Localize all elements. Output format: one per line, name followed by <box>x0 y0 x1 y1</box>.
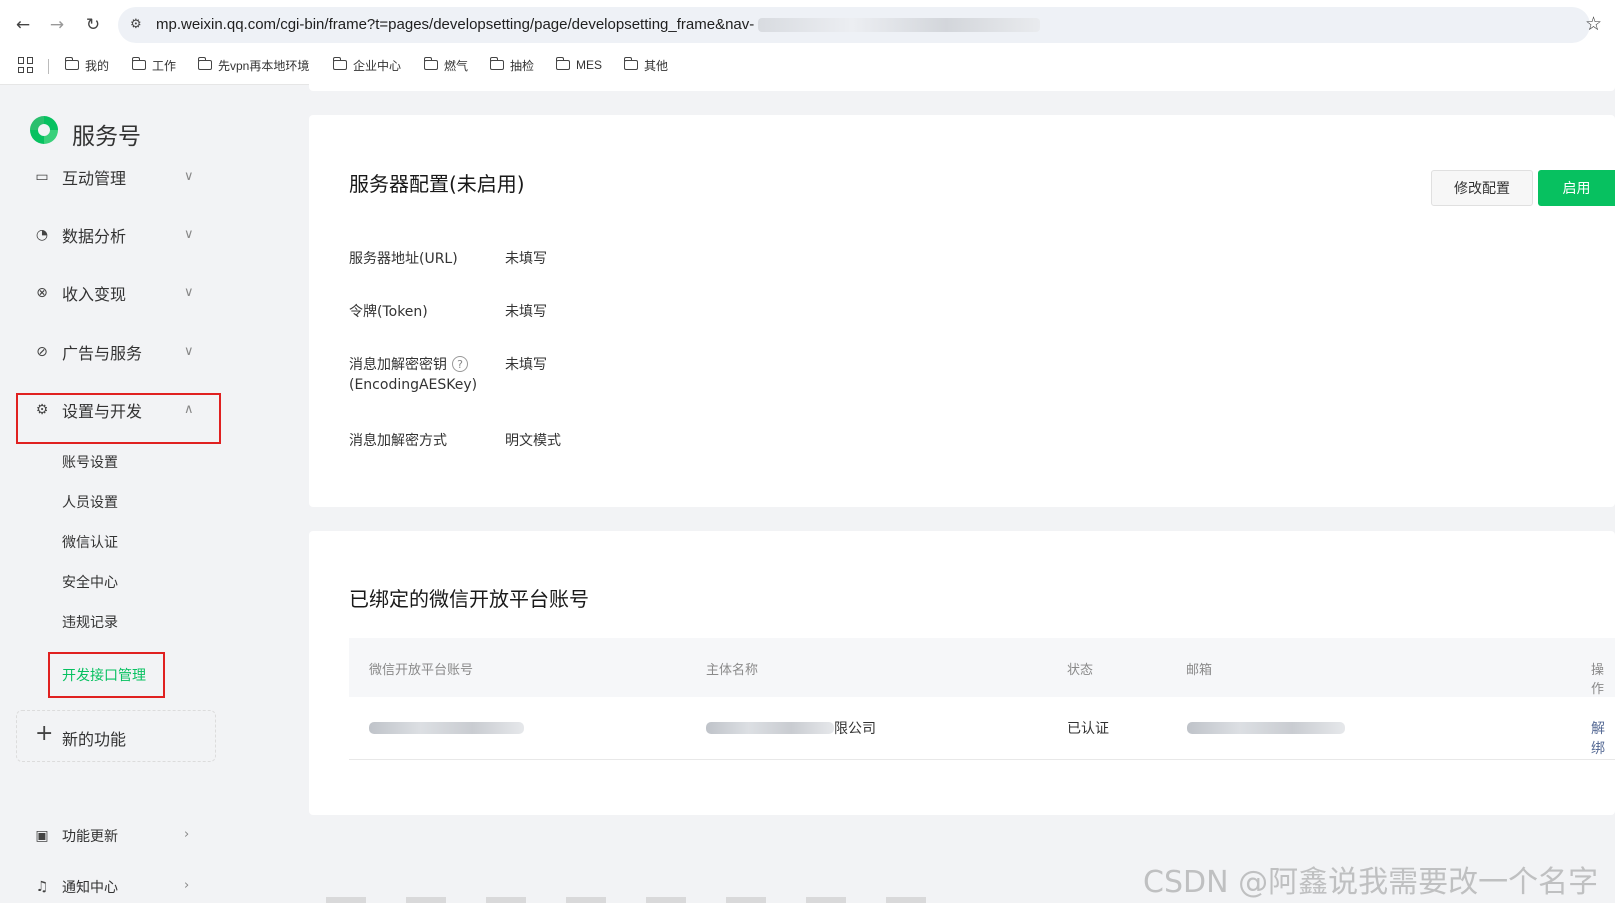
sidebar: 服务号 ▭ 互动管理 ∨ ◔ 数据分析 ∨ ⊗ 收入变现 ∨ ⊘ 广告与服务 ∨ ⚙ 设置… <box>0 85 290 903</box>
watermark: CSDN @阿鑫说我需要改一个名字 <box>1143 865 1599 900</box>
site-settings-icon[interactable]: ⚙ <box>130 17 142 32</box>
table-header: 微信开放平台账号 主体名称 状态 邮箱 操作 <box>349 638 1615 697</box>
chat-icon: ▭ <box>35 169 49 185</box>
menu-feature-updates[interactable]: ▣ 功能更新 <box>34 821 204 851</box>
yen-icon: ⊗ <box>36 285 48 301</box>
bookmark-folder[interactable]: 工作 <box>131 50 176 80</box>
plus-icon: + <box>35 721 54 746</box>
submenu-account-settings[interactable]: 账号设置 <box>62 452 118 472</box>
account-redacted <box>369 722 524 734</box>
folder-icon <box>64 57 79 70</box>
encrypt-mode-value: 明文模式 <box>505 433 561 449</box>
gear-icon: ⚙ <box>35 402 49 418</box>
chevron-down-icon: ∨ <box>184 227 194 242</box>
aeskey-label-sub: (EncodingAESKey) <box>349 377 478 393</box>
submenu-security-center[interactable]: 安全中心 <box>62 572 118 592</box>
url-redacted <box>758 18 1040 32</box>
unbind-link[interactable]: 解绑 <box>1591 718 1615 758</box>
folder-icon <box>197 57 212 70</box>
menu-ads-services[interactable]: ⊘ 广告与服务 <box>34 337 204 367</box>
column-header: 主体名称 <box>706 663 759 678</box>
aeskey-label: 消息加解密密钥 <box>349 357 447 373</box>
encrypt-mode-label: 消息加解密方式 <box>349 433 447 449</box>
submenu-staff-settings[interactable]: 人员设置 <box>62 492 118 512</box>
folder-icon <box>423 57 438 70</box>
apps-icon[interactable] <box>18 57 34 73</box>
entity-redacted <box>706 722 834 734</box>
folder-icon <box>332 57 347 70</box>
bookmark-folder[interactable]: 先vpn再本地环境 <box>197 50 309 80</box>
enable-button[interactable]: 启用 <box>1538 170 1615 206</box>
address-bar[interactable]: ⚙ mp.weixin.qq.com/cgi-bin/frame?t=pages… <box>118 7 1590 43</box>
footer-links <box>326 897 936 903</box>
chevron-up-icon: ∧ <box>184 402 194 417</box>
chevron-right-icon: › <box>184 878 190 893</box>
column-header: 邮箱 <box>1186 663 1213 678</box>
bookmark-folder[interactable]: 我的 <box>64 50 109 80</box>
column-header: 状态 <box>1067 663 1094 678</box>
new-function-button[interactable]: + 新的功能 <box>16 710 216 762</box>
chevron-down-icon: ∨ <box>184 344 194 359</box>
menu-data-analysis[interactable]: ◔ 数据分析 <box>34 220 204 250</box>
bookmarks-divider <box>48 59 49 74</box>
url-label: 服务器地址(URL) <box>349 251 458 267</box>
bookmark-folder[interactable]: 抽检 <box>489 50 534 80</box>
browser-toolbar: ← → ↻ ⚙ mp.weixin.qq.com/cgi-bin/frame?t… <box>0 0 1615 50</box>
submenu-dev-api-management[interactable]: 开发接口管理 <box>62 665 146 685</box>
pie-chart-icon: ◔ <box>35 227 49 243</box>
server-config-title: 服务器配置(未启用) <box>349 172 525 196</box>
column-header: 微信开放平台账号 <box>369 663 474 678</box>
chevron-right-icon: › <box>184 827 190 842</box>
menu-monetization[interactable]: ⊗ 收入变现 <box>34 278 204 308</box>
chevron-down-icon: ∨ <box>184 169 194 184</box>
bookmark-folder[interactable]: 企业中心 <box>332 50 401 80</box>
bell-icon: ♫ <box>35 879 49 895</box>
bound-accounts-title: 已绑定的微信开放平台账号 <box>349 587 589 611</box>
compass-icon: ⊘ <box>36 344 48 360</box>
token-label: 令牌(Token) <box>349 304 428 320</box>
aeskey-value: 未填写 <box>505 357 547 373</box>
reload-icon[interactable]: ↻ <box>82 14 104 36</box>
submenu-violation-records[interactable]: 违规记录 <box>62 612 118 632</box>
table-row: 限公司 已认证 解绑 <box>349 697 1615 760</box>
bookmark-folder[interactable]: 燃气 <box>423 50 468 80</box>
entity-name-suffix: 限公司 <box>834 721 876 737</box>
folder-icon <box>623 57 638 70</box>
server-config-card: 服务器配置(未启用) 修改配置 启用 服务器地址(URL) 未填写 令牌(Tok… <box>309 115 1615 507</box>
menu-settings-dev[interactable]: ⚙ 设置与开发 <box>34 395 204 425</box>
token-value: 未填写 <box>505 304 547 320</box>
bookmark-star-icon[interactable]: ☆ <box>1585 13 1602 35</box>
folder-icon <box>489 57 504 70</box>
bookmarks-bar: 我的 工作 先vpn再本地环境 企业中心 燃气 抽检 MES 其他 <box>0 50 1615 85</box>
email-redacted <box>1187 722 1345 734</box>
folder-icon <box>555 57 570 70</box>
chevron-down-icon: ∨ <box>184 285 194 300</box>
wechat-service-logo-icon <box>30 116 58 144</box>
edit-config-button[interactable]: 修改配置 <box>1431 170 1533 206</box>
menu-notification-center[interactable]: ♫ 通知中心 <box>34 872 204 902</box>
url-text: mp.weixin.qq.com/cgi-bin/frame?t=pages/d… <box>156 16 755 33</box>
folder-icon <box>131 57 146 70</box>
bookmark-folder[interactable]: MES <box>555 50 602 80</box>
forward-icon[interactable]: → <box>46 14 68 36</box>
column-header: 操作 <box>1591 663 1605 697</box>
status-value: 已认证 <box>1067 721 1109 737</box>
brand-title: 服务号 <box>72 124 141 150</box>
submenu-wechat-verification[interactable]: 微信认证 <box>62 532 118 552</box>
bound-accounts-card: 已绑定的微信开放平台账号 微信开放平台账号 主体名称 状态 邮箱 操作 限公司 … <box>309 531 1615 815</box>
back-icon[interactable]: ← <box>12 14 34 36</box>
previous-card <box>309 84 1615 91</box>
url-value: 未填写 <box>505 251 547 267</box>
bookmark-folder[interactable]: 其他 <box>623 50 668 80</box>
document-icon: ▣ <box>35 828 49 844</box>
menu-interaction[interactable]: ▭ 互动管理 <box>34 162 204 192</box>
help-icon[interactable]: ? <box>452 356 468 372</box>
